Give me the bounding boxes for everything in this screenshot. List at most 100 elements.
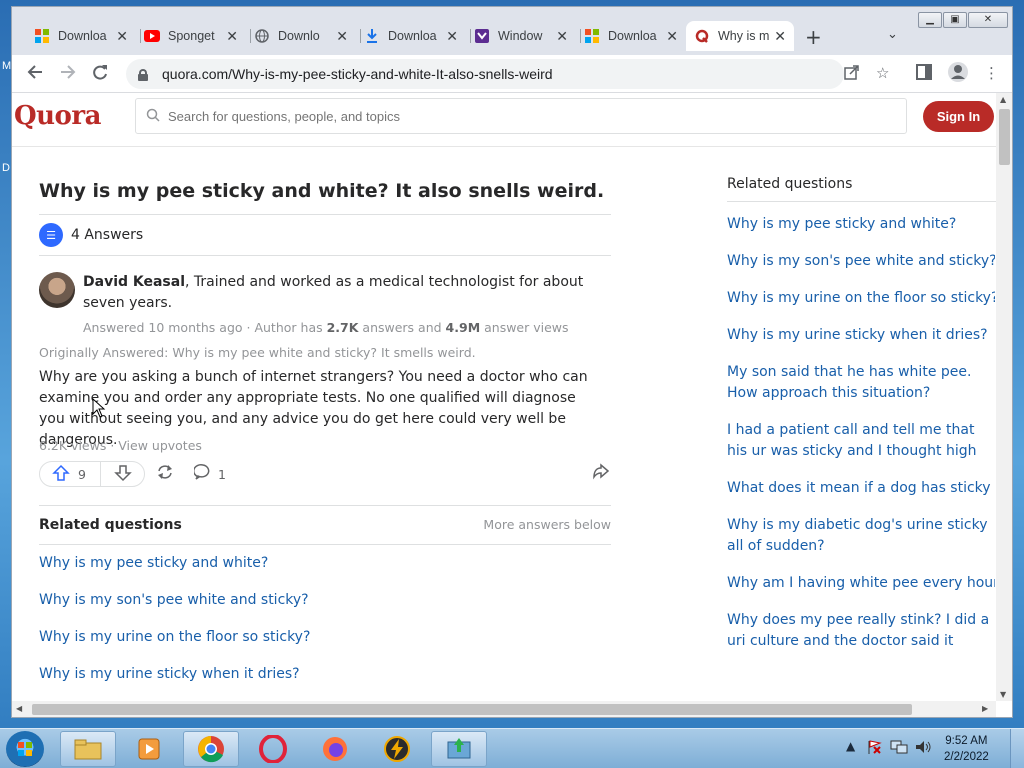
share-reshare-icon[interactable] (156, 463, 174, 485)
windows-logo-icon (584, 28, 600, 44)
scroll-up-icon[interactable]: ▲ (1000, 95, 1006, 104)
sidebar-link[interactable]: What does it mean if a dog has sticky ur… (727, 478, 995, 499)
comment-icon (193, 463, 212, 485)
tab-2[interactable]: Sponget ✕ (136, 21, 246, 51)
desktop-icon-label: D (2, 162, 10, 174)
tab-7-active[interactable]: Why is m ✕ (686, 21, 794, 51)
volume-icon[interactable] (914, 739, 932, 758)
more-answers-below[interactable]: More answers below (483, 517, 611, 532)
tab-4[interactable]: Downloa ✕ (356, 21, 466, 51)
close-tab-icon[interactable]: ✕ (446, 28, 458, 45)
browser-toolbar: quora.com/Why-is-my-pee-sticky-and-white… (12, 55, 1012, 93)
avatar[interactable] (39, 272, 75, 308)
tab-title: Downlo (278, 29, 320, 43)
sidebar-link[interactable]: My son said that he has white pee. How a… (727, 362, 995, 404)
comment-button[interactable]: 1 (193, 463, 226, 485)
search-box[interactable] (135, 98, 907, 134)
sidebar-link[interactable]: Why is my urine sticky when it dries? (727, 325, 995, 346)
scroll-thumb[interactable] (32, 704, 912, 715)
maximize-icon[interactable]: ▣ (943, 12, 967, 28)
scroll-down-icon[interactable]: ▼ (1000, 690, 1006, 699)
originally-answered[interactable]: Originally Answered: Why is my pee white… (39, 345, 476, 360)
quora-logo[interactable]: Quora (14, 101, 101, 131)
forward-icon[interactable] (59, 63, 77, 86)
related-heading: Related questions (39, 516, 182, 533)
scroll-left-icon[interactable]: ◀ (16, 704, 22, 713)
clock-date: 2/2/2022 (944, 751, 989, 763)
flag-icon[interactable] (866, 739, 882, 758)
minimize-icon[interactable]: ▁ (918, 12, 942, 28)
related-link[interactable]: Why is my son's pee white and sticky? (39, 592, 309, 608)
answer-actions: 9 1 (39, 461, 611, 491)
share-icon[interactable] (592, 463, 610, 485)
tab-strip: Downloa ✕ Sponget ✕ Downlo ✕ Downloa ✕ W… (12, 7, 1012, 55)
installer-icon[interactable] (431, 731, 487, 767)
tab-1[interactable]: Downloa ✕ (26, 21, 136, 51)
sidebar-heading: Related questions (727, 176, 996, 202)
close-tab-icon[interactable]: ✕ (336, 28, 348, 45)
sidebar-link[interactable]: Why am I having white pee every hour? (727, 573, 995, 594)
browser-window: Downloa ✕ Sponget ✕ Downlo ✕ Downloa ✕ W… (11, 6, 1013, 718)
related-link[interactable]: Why is my pee sticky and white? (39, 555, 268, 571)
quora-header: Quora Sign In (12, 93, 996, 147)
chevron-down-icon[interactable]: ⌄ (887, 27, 898, 42)
media-player-icon[interactable] (121, 731, 177, 767)
taskbar: ▲ 9:52 AM 2/2/2022 (0, 728, 1024, 768)
new-tab-icon[interactable]: + (805, 25, 822, 49)
reload-icon[interactable] (91, 63, 109, 86)
close-tab-icon[interactable]: ✕ (666, 28, 678, 45)
tab-title: Window (498, 29, 543, 43)
scroll-thumb[interactable] (999, 109, 1010, 165)
horizontal-scrollbar[interactable]: ◀ ▶ (12, 701, 996, 717)
profile-icon[interactable] (947, 61, 969, 87)
list-icon: ☰ (39, 223, 63, 247)
tab-3[interactable]: Downlo ✕ (246, 21, 356, 51)
show-hidden-icons-icon[interactable]: ▲ (846, 739, 855, 753)
desktop-icon-label: M (2, 60, 12, 72)
sidebar-link[interactable]: Why does my pee really stink? I did a ur… (727, 610, 995, 652)
sidebar-link[interactable]: Why is my son's pee white and sticky? (727, 251, 995, 272)
vote-group: 9 (39, 461, 145, 487)
chrome-icon[interactable] (183, 731, 239, 767)
system-clock[interactable]: 9:52 AM 2/2/2022 (944, 733, 989, 765)
app-icon (474, 28, 490, 44)
author-name[interactable]: David Keasal (83, 274, 185, 290)
show-desktop-button[interactable] (1010, 729, 1024, 768)
search-input[interactable] (168, 108, 868, 124)
vertical-scrollbar[interactable]: ▲ ▼ (996, 93, 1012, 701)
sidebar-link[interactable]: Why is my diabetic dog's urine sticky al… (727, 515, 995, 557)
answer-views[interactable]: 6.2K views · View upvotes (39, 438, 202, 453)
opera-icon[interactable] (245, 731, 301, 767)
close-window-icon[interactable]: ✕ (968, 12, 1008, 28)
downvote-icon[interactable] (114, 464, 132, 485)
network-icon[interactable] (890, 739, 908, 758)
file-explorer-icon[interactable] (60, 731, 116, 767)
sign-in-button[interactable]: Sign In (923, 101, 994, 132)
star-icon[interactable]: ☆ (876, 64, 889, 82)
firefox-icon[interactable] (307, 731, 363, 767)
related-link[interactable]: Why is my urine on the floor so sticky? (39, 629, 310, 645)
related-link[interactable]: Why is my urine sticky when it dries? (39, 666, 300, 682)
back-icon[interactable] (26, 63, 44, 86)
sidebar-link[interactable]: Why is my pee sticky and white? (727, 214, 995, 235)
upvote-icon[interactable] (52, 464, 70, 485)
url-text: quora.com/Why-is-my-pee-sticky-and-white… (162, 66, 553, 82)
scroll-right-icon[interactable]: ▶ (982, 704, 988, 713)
answers-count-label: 4 Answers (71, 227, 144, 243)
globe-icon (254, 28, 270, 44)
address-bar[interactable]: quora.com/Why-is-my-pee-sticky-and-white… (126, 59, 844, 89)
start-button[interactable] (6, 731, 44, 767)
menu-kebab-icon[interactable]: ⋮ (984, 64, 999, 82)
sidebar-link[interactable]: Why is my urine on the floor so sticky? (727, 288, 995, 309)
page-content: Quora Sign In Why is my pee sticky and w… (12, 93, 996, 701)
close-tab-icon[interactable]: ✕ (774, 28, 786, 45)
close-tab-icon[interactable]: ✕ (226, 28, 238, 45)
side-panel-icon[interactable] (916, 64, 932, 84)
winamp-icon[interactable] (369, 731, 425, 767)
share-icon[interactable] (844, 64, 860, 84)
sidebar-link[interactable]: I had a patient call and tell me that hi… (727, 420, 995, 462)
close-tab-icon[interactable]: ✕ (556, 28, 568, 45)
close-tab-icon[interactable]: ✕ (116, 28, 128, 45)
tab-5[interactable]: Window ✕ (466, 21, 576, 51)
tab-6[interactable]: Downloa ✕ (576, 21, 686, 51)
